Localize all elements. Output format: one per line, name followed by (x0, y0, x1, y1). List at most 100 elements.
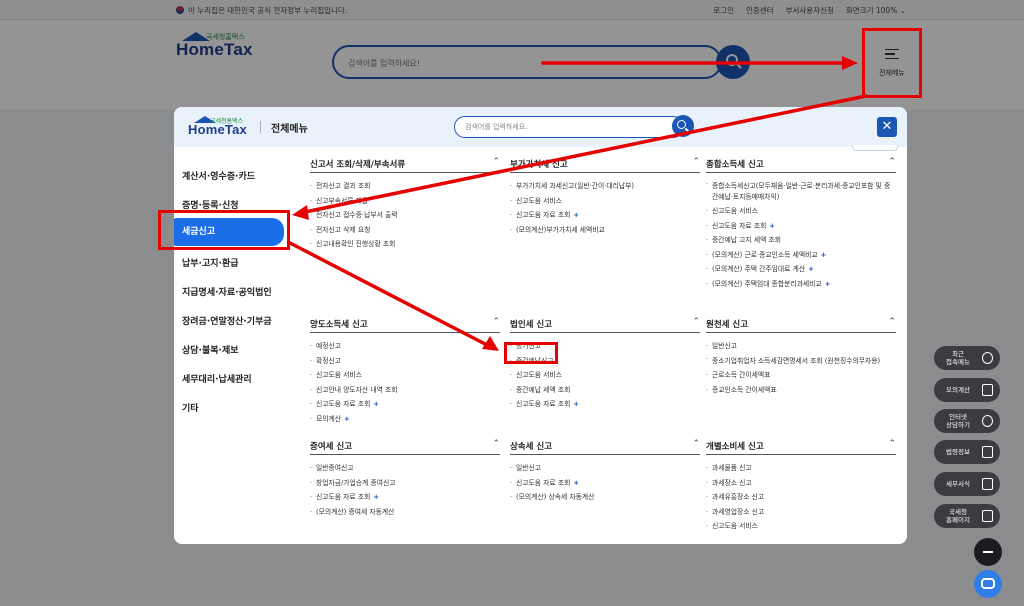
menu-item[interactable]: 신고도움 자료 조회+ (310, 490, 500, 505)
chevron-up-icon[interactable]: ⌃ (492, 317, 500, 327)
menu-item[interactable]: 신고도움 서비스 (706, 519, 896, 534)
chevron-up-icon[interactable]: ⌃ (692, 439, 700, 449)
plus-icon[interactable]: + (573, 479, 579, 487)
modal-hometax-logo[interactable]: 국세청홈택스 HomeTax (188, 116, 268, 142)
chevron-up-icon[interactable]: ⌃ (492, 439, 500, 449)
modal-search-button[interactable] (672, 115, 694, 137)
close-button[interactable]: ✕ (877, 117, 897, 137)
menu-item[interactable]: 창업자금/가업승계 증여신고 (310, 476, 500, 491)
plus-icon[interactable]: + (344, 415, 350, 423)
category-items: 일반신고신고도움 자료 조회+ (모의계산) 상속세 자동계산 (510, 461, 700, 505)
menu-item[interactable]: (모의계산) 증여세 자동계산 (310, 505, 500, 520)
plus-icon[interactable]: + (573, 211, 579, 219)
menu-item[interactable]: 신고도움 자료 조회+ (706, 219, 896, 234)
menu-item-label: 근로소득 간이세액표 (712, 371, 771, 380)
menu-item[interactable]: 전자신고 결과 조회 (310, 179, 500, 194)
menu-item[interactable]: 전자신고 삭제 요청 (310, 223, 500, 238)
menu-item-label: 중소기업취업자 소득세감면명세서 조회 (원천징수의무자용) (712, 356, 881, 365)
menu-item[interactable]: 신고도움 자료 조회+ (510, 397, 700, 412)
chevron-up-icon[interactable]: ⌃ (492, 157, 500, 167)
menu-item[interactable]: 중간예납 세액 조회 (510, 383, 700, 398)
menu-item[interactable]: 과세유흥장소 신고 (706, 490, 896, 505)
menu-item[interactable]: 근로소득 간이세액표 (706, 368, 896, 383)
chevron-up-icon[interactable]: ⌃ (692, 317, 700, 327)
menu-item[interactable]: 중간예납 고지 세액 조회 (706, 233, 896, 248)
plus-icon[interactable]: + (825, 280, 831, 288)
menu-item[interactable]: 신고도움 서비스 (706, 204, 896, 219)
menu-item[interactable]: (모의계산)부가가치세 세액비교 (510, 223, 700, 238)
plus-icon[interactable]: + (373, 400, 379, 408)
category-header[interactable]: 양도소득세 신고 ⌃ (310, 315, 500, 333)
quick-menu-label: 국세청 홈페이지 (946, 508, 970, 524)
category-header[interactable]: 신고서 조회/삭제/부속서류 ⌃ (310, 155, 500, 173)
quick-menu-button[interactable]: 인터넷 상담하기 (934, 409, 1000, 433)
chatbot-button[interactable] (974, 570, 1002, 598)
menu-item[interactable]: 신고도움 자료 조회+ (510, 208, 700, 223)
menu-item[interactable]: 신고도움 자료 조회+ (310, 397, 500, 412)
menu-category: 상속세 신고 ⌃ 일반신고신고도움 자료 조회+ (모의계산) 상속세 자동계산 (510, 437, 700, 505)
category-header[interactable]: 개별소비세 신고 ⌃ (706, 437, 896, 455)
menu-item[interactable]: 신고부속서류 제출 (310, 194, 500, 209)
menu-item[interactable]: (모의계산) 주택 간주임대료 계산+ (706, 262, 896, 277)
sidebar-item-etc[interactable]: 기타 (180, 397, 284, 421)
menu-item[interactable]: (모의계산) 근로·종교인소득 세액비교+ (706, 248, 896, 263)
plus-icon[interactable]: + (573, 400, 579, 408)
menu-item[interactable]: 예정신고 (310, 339, 500, 354)
menu-item[interactable]: 종교인소득 간이세액표 (706, 383, 896, 398)
menu-item-label: 신고도움 자료 조회 (516, 400, 571, 409)
quick-menu-button[interactable]: 세무서식 (934, 472, 1000, 496)
annotation-box-all-menu (862, 28, 922, 98)
category-header[interactable]: 상속세 신고 ⌃ (510, 437, 700, 455)
menu-item[interactable]: 신고도움 자료 조회+ (510, 476, 700, 491)
sidebar-item-statements[interactable]: 지급명세·자료·공익법인 (180, 281, 284, 305)
chevron-up-icon[interactable]: ⌃ (888, 157, 896, 167)
menu-item[interactable]: 확정신고 (310, 354, 500, 369)
sidebar-item-incentives[interactable]: 장려금·연말정산·기부금 (180, 310, 284, 334)
menu-item[interactable]: 종합소득세신고(모두채움·일반·근로·분리과세·종교인포함 및 중간예납·토지등… (706, 179, 896, 204)
menu-item-label: 예정신고 (316, 342, 342, 350)
category-header[interactable]: 증여세 신고 ⌃ (310, 437, 500, 455)
category-header[interactable]: 종합소득세 신고 ⌃ (706, 155, 896, 173)
chevron-up-icon[interactable]: ⌃ (888, 439, 896, 449)
menu-item[interactable]: 모의계산+ (310, 412, 500, 427)
sidebar-item-receipts[interactable]: 계산서·영수증·카드 (180, 165, 284, 189)
menu-item[interactable]: 부가가치세 과세신고(일반·간이·대리납부) (510, 179, 700, 194)
quick-menu-button[interactable]: 최근 접속메뉴 (934, 346, 1000, 370)
menu-item[interactable]: (모의계산) 상속세 자동계산 (510, 490, 700, 505)
plus-icon[interactable]: + (808, 265, 814, 273)
sidebar-item-consulting[interactable]: 상담·불복·제보 (180, 339, 284, 363)
menu-item[interactable]: 신고내용확인 진행상황 조회 (310, 237, 500, 252)
chevron-up-icon[interactable]: ⌃ (888, 317, 896, 327)
sidebar-item-payment[interactable]: 납부·고지·환급 (180, 252, 284, 276)
category-header[interactable]: 부가가치세 신고 ⌃ (510, 155, 700, 173)
quick-menu-button[interactable]: 법령정보 (934, 440, 1000, 464)
chevron-up-icon[interactable]: ⌃ (692, 157, 700, 167)
menu-item[interactable]: 중소기업취업자 소득세감면명세서 조회 (원천징수의무자용) (706, 354, 896, 369)
plus-icon[interactable]: + (821, 251, 827, 259)
modal-search-input[interactable]: 검색어를 입력하세요. (454, 116, 684, 138)
menu-item[interactable]: 전자신고 접수증·납부서 출력 (310, 208, 500, 223)
sidebar-item-tax-agent[interactable]: 세무대리·납세관리 (180, 368, 284, 392)
menu-item[interactable]: 신고도움 서비스 (310, 368, 500, 383)
menu-item[interactable]: 과세물품 신고 (706, 461, 896, 476)
menu-item[interactable]: 과세영업장소 신고 (706, 505, 896, 520)
menu-item[interactable]: 일반증여신고 (310, 461, 500, 476)
category-header[interactable]: 법인세 신고 ⌃ (510, 315, 700, 333)
category-header[interactable]: 원천세 신고 ⌃ (706, 315, 896, 333)
quick-menu-button[interactable]: 모의계산 (934, 378, 1000, 402)
plus-icon[interactable]: + (373, 493, 379, 501)
menu-item[interactable]: 과세장소 신고 (706, 476, 896, 491)
menu-item-label: 모의계산 (316, 414, 342, 423)
category-items: 종합소득세신고(모두채움·일반·근로·분리과세·종교인포함 및 중간예납·토지등… (706, 179, 896, 292)
menu-item[interactable]: 신고도움 서비스 (510, 194, 700, 209)
menu-item[interactable]: 신고안내 양도자산 내역 조회 (310, 383, 500, 398)
menu-item[interactable]: (모의계산) 주택임대 종합분리과세비교+ (706, 277, 896, 292)
plus-icon[interactable]: + (769, 222, 775, 230)
category-title: 종합소득세 신고 (706, 160, 764, 170)
menu-item[interactable]: 일반신고 (510, 461, 700, 476)
scroll-top-button[interactable] (974, 538, 1002, 566)
menu-item[interactable]: 신고도움 서비스 (510, 368, 700, 383)
quick-menu-button[interactable]: 국세청 홈페이지 (934, 504, 1000, 528)
menu-item[interactable]: 일반신고 (706, 339, 896, 354)
menu-item-label: 신고도움 서비스 (712, 522, 758, 531)
